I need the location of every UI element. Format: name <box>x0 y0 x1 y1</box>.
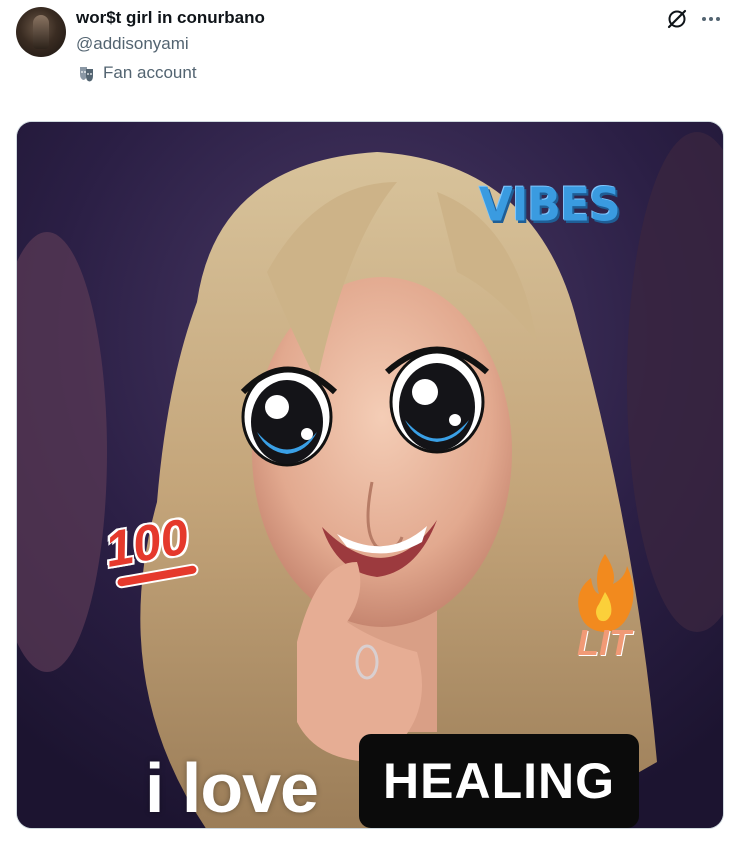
author-handle[interactable]: @addisonyami <box>76 34 189 54</box>
badge-label: Fan account <box>103 63 197 82</box>
tweet-media-image[interactable]: VIBES 100 LIT i love HEALING <box>16 121 724 829</box>
more-dots-icon[interactable] <box>700 8 722 30</box>
theater-masks-icon <box>80 66 93 81</box>
vibes-sticker: VIBES <box>479 178 621 233</box>
grok-icon[interactable] <box>666 8 688 30</box>
caption-i-love: i love <box>145 749 319 827</box>
fan-account-badge: Fan account <box>78 63 197 83</box>
author-display-name[interactable]: wor$t girl in conurbano <box>76 8 265 28</box>
caption-healing-box: HEALING <box>359 734 639 828</box>
lit-sticker-text: LIT <box>577 622 631 663</box>
caption-healing-text: HEALING <box>383 753 615 809</box>
author-avatar[interactable] <box>16 7 66 57</box>
